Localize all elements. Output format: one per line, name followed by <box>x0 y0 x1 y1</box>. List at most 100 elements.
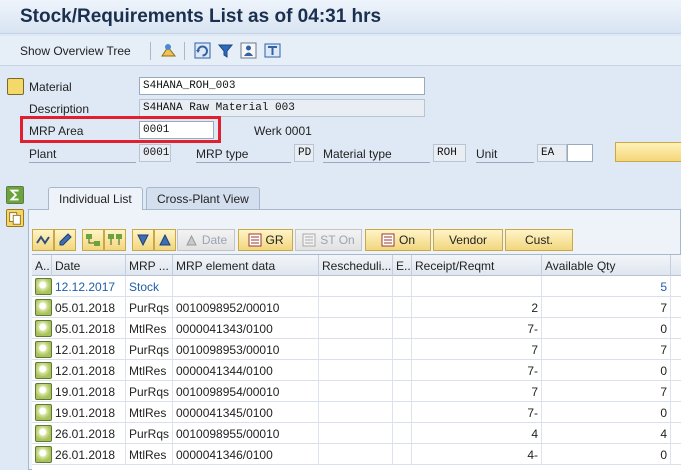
cell-receipt: 4 <box>412 423 542 444</box>
st-on-button[interactable]: ST On <box>295 229 362 251</box>
cell-receipt: 7- <box>412 318 542 339</box>
cell-resched <box>319 360 393 381</box>
cell-resched <box>319 423 393 444</box>
page-title: Stock/Requirements List as of 04:31 hrs <box>20 6 382 27</box>
on-button-label: On <box>398 233 415 247</box>
show-overview-tree-button[interactable]: Show Overview Tree <box>20 44 131 58</box>
cell-date: 05.01.2018 <box>52 297 126 318</box>
cell-e <box>393 339 412 360</box>
details-icon[interactable] <box>35 341 52 358</box>
table-row[interactable]: 19.01.2018 MtlRes 0000041345/0100 7- 0 <box>32 402 681 423</box>
expand-hierarchy-icon[interactable] <box>82 229 104 251</box>
customer-button[interactable]: Cust. <box>505 229 573 251</box>
details-icon[interactable] <box>35 425 52 442</box>
cell-resched <box>319 318 393 339</box>
cell-mrp: PurRqs <box>126 381 173 402</box>
tab-cross-plant-view[interactable]: Cross-Plant View <box>146 187 260 209</box>
cell-e <box>393 381 412 402</box>
material-info-icon[interactable] <box>7 78 24 95</box>
mrp-type-underline <box>196 162 291 163</box>
cell-element: 0010098952/00010 <box>173 297 319 318</box>
cell-available: 0 <box>542 444 671 465</box>
st-on-icon <box>302 233 316 247</box>
cell-receipt: 2 <box>412 297 542 318</box>
col-header-receipt[interactable]: Receipt/Reqmt <box>412 255 542 276</box>
cell-element: 0000041343/0100 <box>173 318 319 339</box>
header-action-button[interactable] <box>615 142 681 162</box>
sum-icon[interactable] <box>6 186 24 204</box>
table-row[interactable]: 05.01.2018 PurRqs 0010098952/00010 2 7 <box>32 297 681 318</box>
table-row[interactable]: 05.01.2018 MtlRes 0000041343/0100 7- 0 <box>32 318 681 339</box>
col-header-date[interactable]: Date <box>52 255 126 276</box>
table-row[interactable]: 19.01.2018 PurRqs 0010098954/00010 7 7 <box>32 381 681 402</box>
table-row[interactable]: 12.01.2018 MtlRes 0000041344/0100 7- 0 <box>32 360 681 381</box>
details-icon[interactable] <box>35 299 52 316</box>
unit-label: Unit <box>476 147 498 161</box>
cell-resched <box>319 444 393 465</box>
user-settings-icon[interactable] <box>240 42 257 59</box>
cell-element: 0000041346/0100 <box>173 444 319 465</box>
cell-receipt: 7 <box>412 381 542 402</box>
date-button-label: Date <box>201 233 228 247</box>
details-icon[interactable] <box>35 362 52 379</box>
unit-extra-field[interactable] <box>567 144 593 162</box>
cell-available: 0 <box>542 402 671 423</box>
filter-icon[interactable] <box>217 42 234 59</box>
cell-mrp: MtlRes <box>126 444 173 465</box>
details-icon[interactable] <box>35 383 52 400</box>
cell-element: 0010098954/00010 <box>173 381 319 402</box>
material-type-underline <box>323 162 430 163</box>
cell-mrp: PurRqs <box>126 423 173 444</box>
table-row[interactable]: 12.12.2017 Stock 5 <box>32 276 681 297</box>
col-header-rescheduling[interactable]: Rescheduli... <box>319 255 393 276</box>
cell-date: 26.01.2018 <box>52 423 126 444</box>
col-header-available[interactable]: Available Qty <box>542 255 671 276</box>
vendor-button[interactable]: Vendor <box>433 229 503 251</box>
cell-element: 0010098955/00010 <box>173 423 319 444</box>
table-row[interactable]: 26.01.2018 MtlRes 0000041346/0100 4- 0 <box>32 444 681 465</box>
details-icon[interactable] <box>35 320 52 337</box>
tab-individual-list[interactable]: Individual List <box>48 187 143 210</box>
application-toolbar: Show Overview Tree <box>0 36 681 66</box>
col-header-e[interactable]: E.. <box>393 255 412 276</box>
gr-button[interactable]: GR <box>238 229 293 251</box>
cell-element: 0010098953/00010 <box>173 339 319 360</box>
collapse-icon[interactable] <box>32 229 54 251</box>
collapse-hierarchy-icon[interactable] <box>104 229 126 251</box>
mrp-grid[interactable]: A.. Date MRP ... MRP element data Resche… <box>32 254 681 470</box>
edit-pencil-icon[interactable] <box>54 229 76 251</box>
gr-button-label: GR <box>265 233 284 247</box>
grid-header: A.. Date MRP ... MRP element data Resche… <box>32 255 681 276</box>
refresh-icon[interactable] <box>194 42 211 59</box>
cell-date: 26.01.2018 <box>52 444 126 465</box>
details-icon[interactable] <box>35 404 52 421</box>
cell-available: 0 <box>542 360 671 381</box>
cell-receipt: 7- <box>412 402 542 423</box>
cell-date: 12.01.2018 <box>52 360 126 381</box>
copy-list-icon[interactable] <box>6 209 24 227</box>
cell-available: 5 <box>542 276 671 297</box>
cell-mrp: Stock <box>126 276 173 297</box>
cell-date: 19.01.2018 <box>52 381 126 402</box>
col-header-mrp-element[interactable]: MRP element data <box>173 255 319 276</box>
scroll-down-icon[interactable] <box>132 229 154 251</box>
material-field[interactable]: S4HANA_ROH_003 <box>139 77 425 95</box>
on-button[interactable]: On <box>365 229 431 251</box>
cell-element: 0000041344/0100 <box>173 360 319 381</box>
scroll-up-icon[interactable] <box>154 229 176 251</box>
mrp-area-highlight <box>20 116 221 143</box>
date-button[interactable]: Date <box>177 229 235 251</box>
cell-receipt: 4- <box>412 444 542 465</box>
col-header-mrp[interactable]: MRP ... <box>126 255 173 276</box>
details-icon[interactable] <box>35 446 52 463</box>
description-label: Description <box>29 102 90 116</box>
st-on-button-label: ST On <box>320 233 355 247</box>
table-row[interactable]: 26.01.2018 PurRqs 0010098955/00010 4 4 <box>32 423 681 444</box>
table-row[interactable]: 12.01.2018 PurRqs 0010098953/00010 7 7 <box>32 339 681 360</box>
cell-available: 7 <box>542 381 671 402</box>
cell-receipt: 7 <box>412 339 542 360</box>
export-icon[interactable] <box>264 42 281 59</box>
col-header-a[interactable]: A.. <box>32 255 52 276</box>
details-icon[interactable] <box>35 278 52 295</box>
overview-tree-icon[interactable] <box>160 42 177 59</box>
